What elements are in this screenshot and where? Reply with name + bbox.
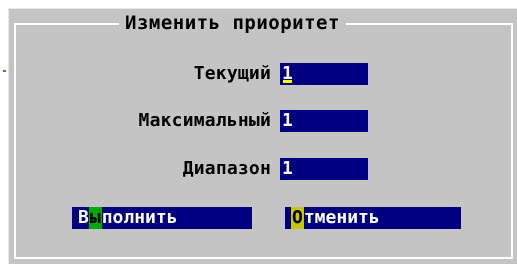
- cancel-button-rest: тменить: [303, 207, 380, 228]
- execute-button-rest: полнить: [101, 207, 178, 228]
- edge-marker: [3, 70, 6, 72]
- current-priority-input[interactable]: 1: [280, 63, 368, 85]
- current-priority-label: Текущий: [193, 63, 271, 84]
- range-label: Диапазон: [182, 158, 271, 179]
- execute-button[interactable]: Выполнить: [72, 207, 252, 229]
- range-input[interactable]: 1: [280, 158, 368, 180]
- max-priority-input[interactable]: 1: [280, 110, 368, 132]
- execute-button-hotkey: ы: [88, 207, 102, 229]
- cancel-button[interactable]: Отменить: [285, 207, 461, 229]
- dialog-title: Изменить приоритет: [119, 12, 346, 34]
- cancel-button-hotkey: О: [291, 207, 304, 229]
- max-priority-label: Максимальный: [138, 110, 271, 131]
- text-cursor: [283, 80, 292, 83]
- change-priority-dialog: Изменить приоритет Текущий 1 Максимальны…: [8, 8, 517, 264]
- execute-button-prefix: В: [78, 207, 89, 228]
- screen: Изменить приоритет Текущий 1 Максимальны…: [0, 0, 517, 264]
- range-value: 1: [282, 158, 293, 179]
- max-priority-value: 1: [282, 110, 293, 131]
